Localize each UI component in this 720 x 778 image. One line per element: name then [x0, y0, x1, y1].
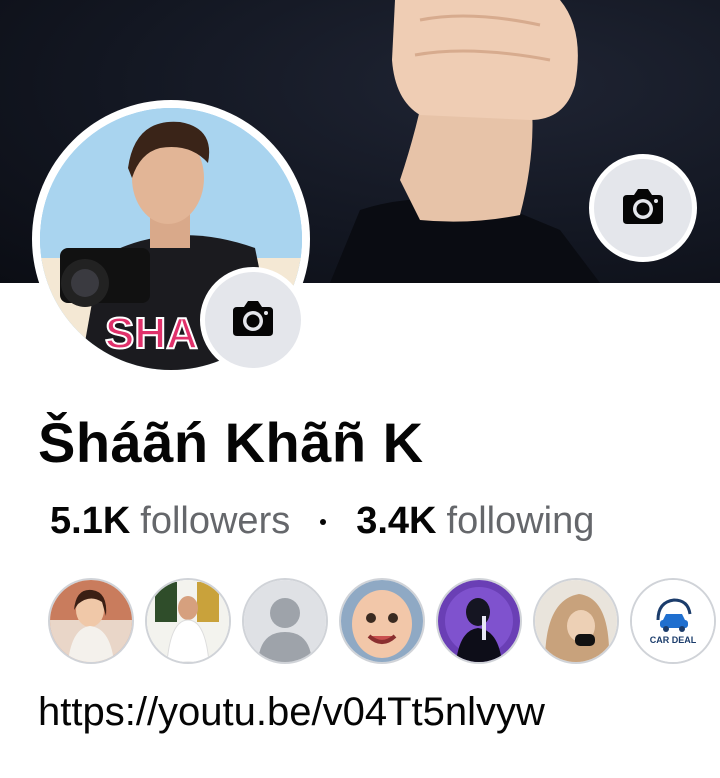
featured-friends-row: CAR DEAL	[48, 578, 716, 664]
car-deal-logo-text: CAR DEAL	[650, 635, 697, 645]
edit-cover-photo-button[interactable]	[589, 154, 697, 262]
bio-link[interactable]: https://youtu.be/v04Tt5nlvyw	[38, 690, 545, 735]
camera-icon	[231, 299, 275, 342]
edit-profile-picture-button[interactable]	[200, 267, 306, 373]
friend-avatar[interactable]	[339, 578, 425, 664]
followers-count[interactable]: 5.1K	[50, 500, 130, 543]
camera-icon	[621, 187, 665, 230]
followers-label[interactable]: followers	[140, 500, 290, 543]
friend-avatar-default[interactable]	[242, 578, 328, 664]
following-label[interactable]: following	[447, 500, 595, 543]
friend-avatar[interactable]	[48, 578, 134, 664]
avatar-overlay-text: SHA	[105, 309, 198, 358]
follow-stats: 5.1K followers 3.4K following	[50, 500, 594, 543]
separator-dot	[320, 518, 327, 525]
friend-avatar[interactable]	[436, 578, 522, 664]
following-count[interactable]: 3.4K	[356, 500, 436, 543]
friend-avatar[interactable]	[145, 578, 231, 664]
friend-avatar-car-deal[interactable]: CAR DEAL	[630, 578, 716, 664]
friend-avatar[interactable]	[533, 578, 619, 664]
profile-name: Šháãń Khãñ K	[38, 411, 424, 474]
